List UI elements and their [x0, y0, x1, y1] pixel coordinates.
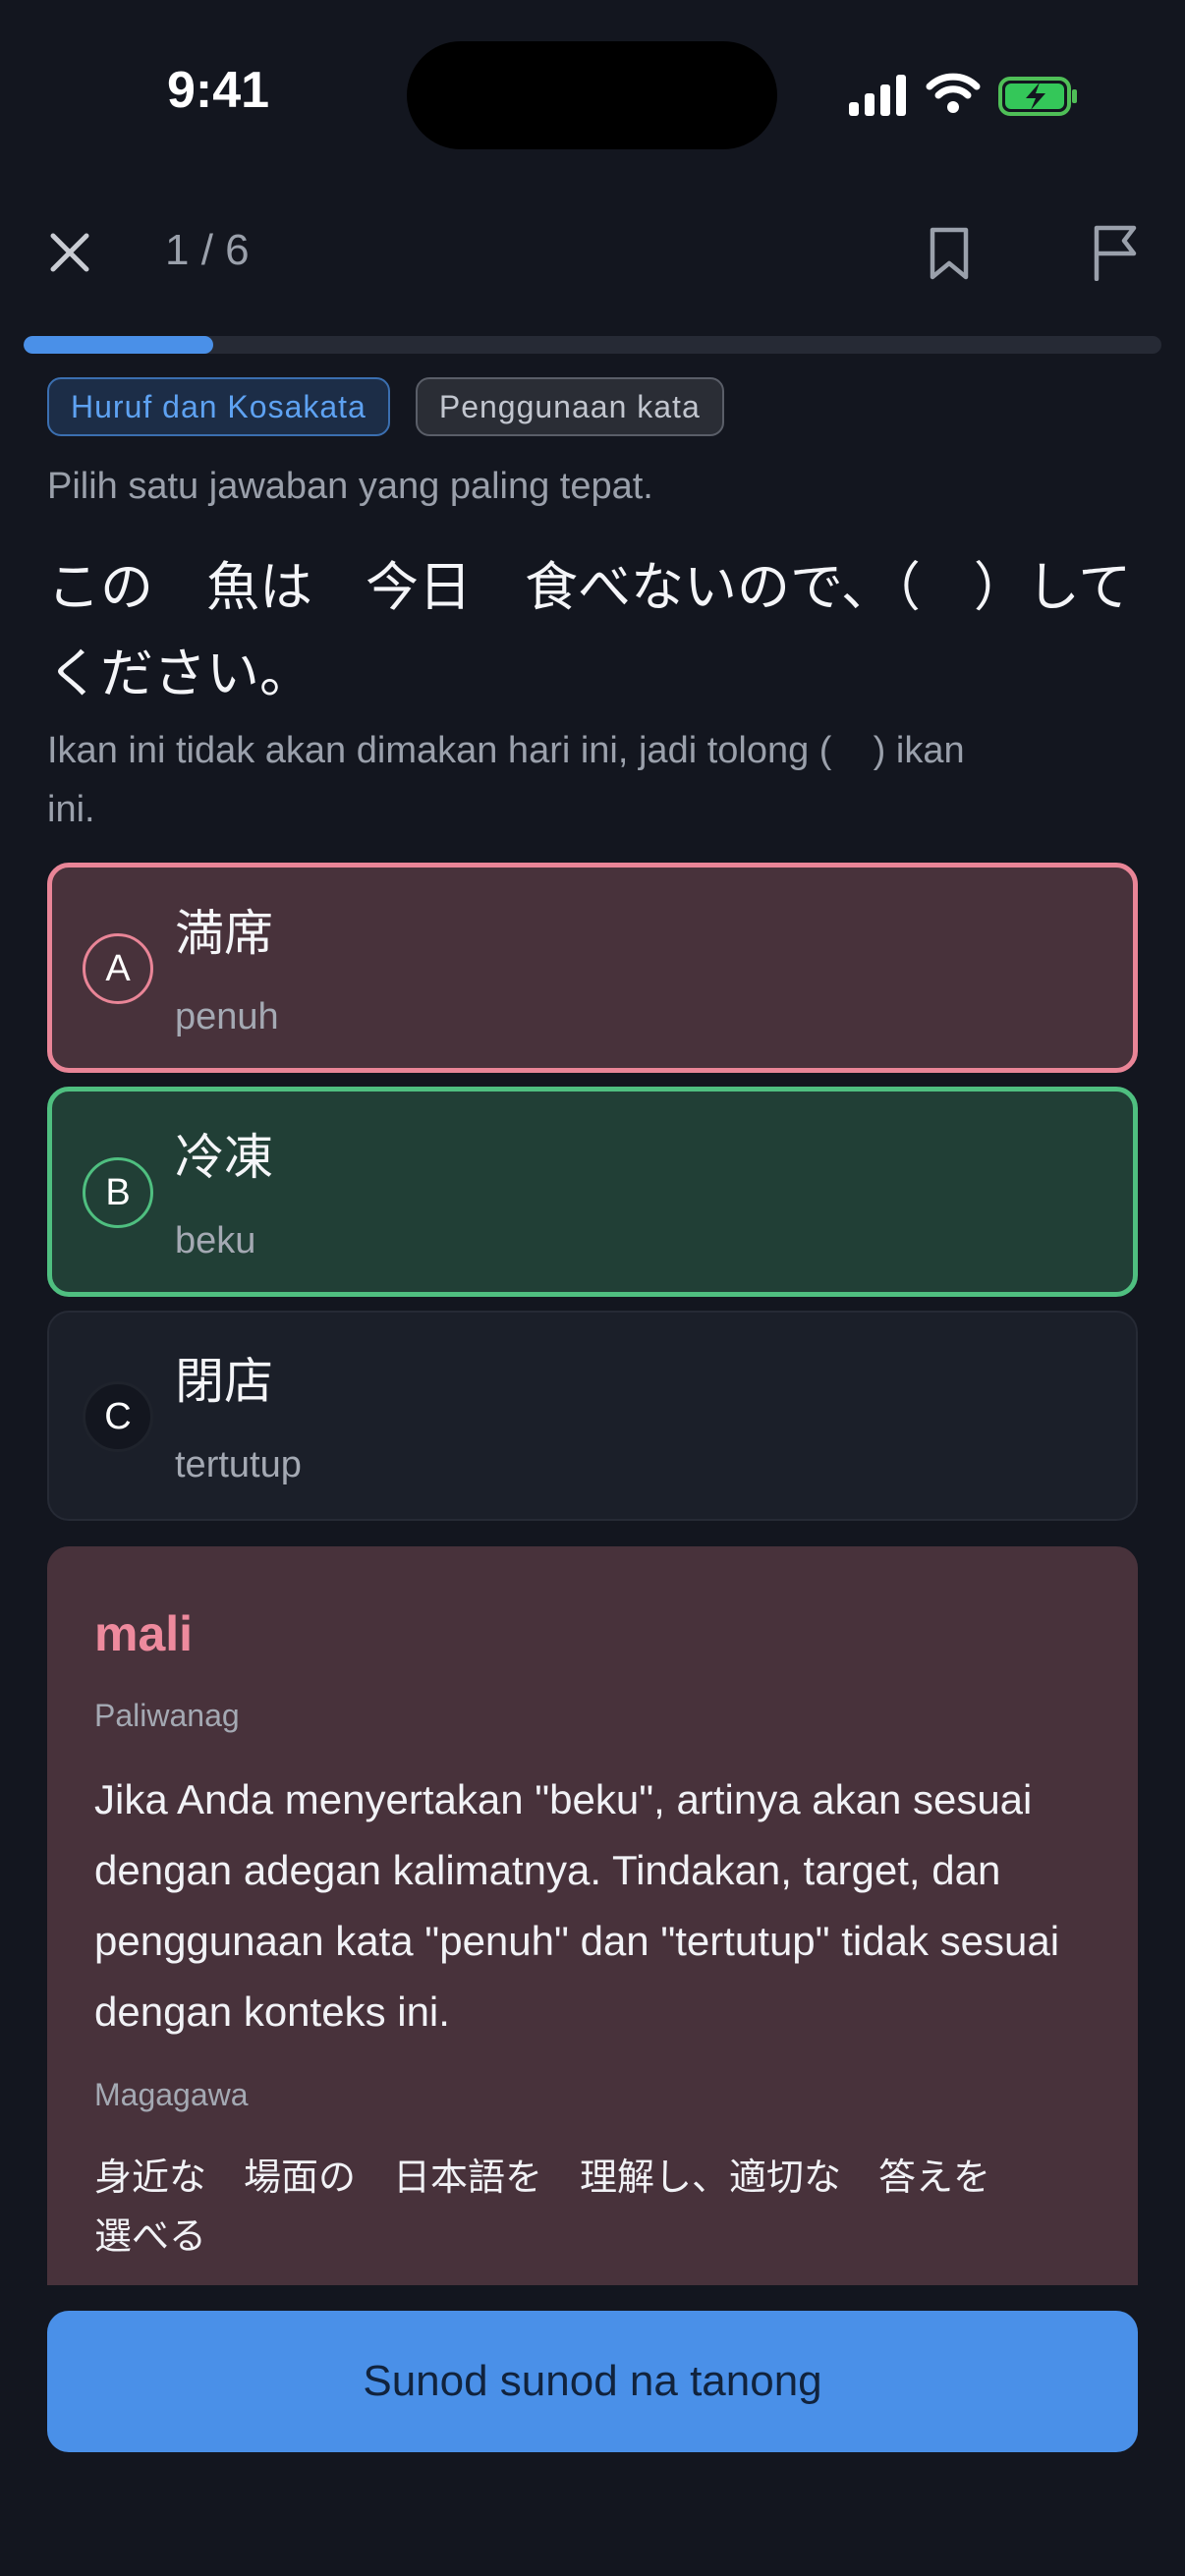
option-word: 満席 — [175, 905, 273, 962]
result-label: mali — [94, 1606, 194, 1661]
question-counter: 1 / 6 — [165, 226, 250, 274]
flag-icon[interactable] — [1091, 224, 1140, 281]
answer-option-c[interactable]: C 閉店 tertutup — [47, 1311, 1138, 1521]
option-word: 冷凍 — [175, 1129, 273, 1186]
question-instruction: Pilih satu jawaban yang paling tepat. — [47, 466, 653, 507]
next-question-button[interactable]: Sunod sunod na tanong — [47, 2311, 1138, 2452]
skill-text: 身近な 場面の 日本語を 理解し、適切な 答えを 選べる — [94, 2156, 991, 2258]
option-letter-badge: A — [83, 933, 153, 1004]
category-tags: Huruf dan Kosakata Penggunaan kata — [47, 377, 724, 436]
tag-subcategory: Penggunaan kata — [415, 377, 724, 436]
option-meaning: penuh — [175, 996, 279, 1037]
progress-bar — [24, 336, 1161, 354]
question-text: この 魚は 今日 食べないので、（ ）して ください。 — [47, 556, 1132, 704]
tag-category: Huruf dan Kosakata — [47, 377, 390, 436]
status-time: 9:41 — [167, 62, 270, 119]
option-meaning: tertutup — [175, 1444, 302, 1485]
dynamic-island — [407, 41, 777, 149]
option-word: 閉店 — [175, 1353, 273, 1410]
answer-option-b[interactable]: B 冷凍 beku — [47, 1087, 1138, 1297]
battery-charging-icon — [998, 77, 1077, 116]
option-letter-badge: B — [83, 1157, 153, 1228]
skill-heading: Magagawa — [94, 2077, 249, 2112]
question-translation: Ikan ini tidak akan dimakan hari ini, ja… — [47, 730, 965, 830]
close-icon[interactable] — [45, 228, 94, 277]
cellular-signal-icon — [849, 75, 906, 116]
option-letter-badge: C — [83, 1381, 153, 1452]
explanation-heading: Paliwanag — [94, 1698, 240, 1733]
progress-bar-fill — [24, 336, 214, 354]
status-bar: 9:41 — [0, 0, 1185, 177]
wifi-icon — [926, 73, 981, 113]
feedback-card[interactable]: mali Paliwanag Jika Anda menyertakan "be… — [47, 1546, 1138, 2285]
option-meaning: beku — [175, 1220, 256, 1261]
explanation-text: Jika Anda menyertakan "beku", artinya ak… — [94, 1776, 1060, 2035]
bookmark-icon[interactable] — [928, 226, 971, 281]
answer-option-a[interactable]: A 満席 penuh — [47, 863, 1138, 1073]
